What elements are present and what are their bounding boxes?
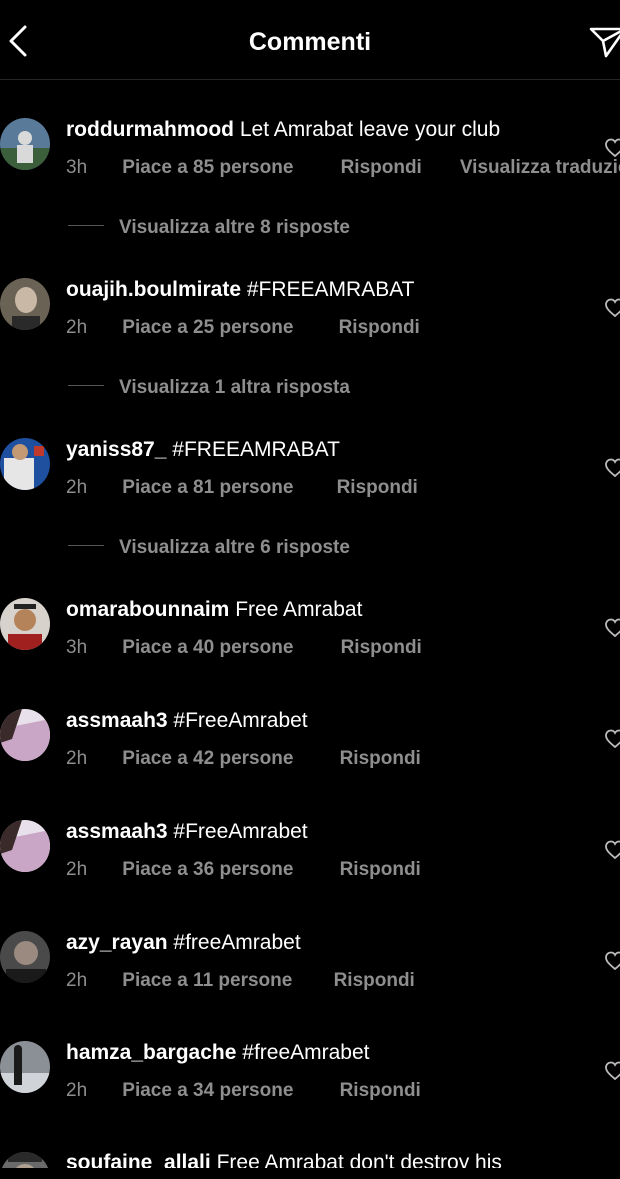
- comment-time: 2h: [66, 970, 88, 991]
- comment-username[interactable]: azy_rayan: [66, 931, 168, 954]
- comment-text: hamza_bargache #freeAmrabet: [66, 1040, 370, 1066]
- comment-meta: 2h Piace a 11 persone Rispondi: [66, 969, 415, 993]
- translate-link[interactable]: Visualizza traduzio: [460, 156, 620, 180]
- comment-username[interactable]: roddurmahmood: [66, 118, 234, 141]
- reply-button[interactable]: Rispondi: [340, 1079, 421, 1103]
- view-replies-link[interactable]: Visualizza 1 altra risposta: [68, 376, 350, 400]
- comment-meta: 2h Piace a 42 persone Rispondi: [66, 747, 421, 771]
- comment-text: assmaah3 #FreeAmrabet: [66, 708, 308, 734]
- avatar[interactable]: [0, 598, 50, 650]
- comment-username[interactable]: yaniss87_: [66, 438, 166, 461]
- comment-time: 2h: [66, 748, 88, 769]
- comment-time: 3h: [66, 157, 88, 178]
- comment-text: roddurmahmood Let Amrabat leave your clu…: [66, 117, 500, 143]
- heart-icon[interactable]: [604, 138, 620, 158]
- comment-text: omarabounnaim Free Amrabat: [66, 597, 362, 623]
- heart-icon[interactable]: [604, 618, 620, 638]
- comment-meta: 3h Piace a 40 persone Rispondi: [66, 636, 422, 660]
- heart-icon[interactable]: [604, 840, 620, 860]
- comment-meta: 2h Piace a 36 persone Rispondi: [66, 858, 421, 882]
- comment-time: 3h: [66, 637, 88, 658]
- likes-count-link[interactable]: Piace a 25 persone: [122, 316, 333, 340]
- likes-count-link[interactable]: Piace a 85 persone: [122, 156, 335, 180]
- avatar[interactable]: [0, 931, 50, 983]
- heart-icon[interactable]: [604, 298, 620, 318]
- paper-plane-icon[interactable]: [588, 24, 620, 60]
- comment-username[interactable]: assmaah3: [66, 709, 168, 732]
- comment-time: 2h: [66, 317, 88, 338]
- comment-body: #FREEAMRABAT: [246, 278, 415, 301]
- comment-username[interactable]: omarabounnaim: [66, 598, 229, 621]
- reply-button[interactable]: Rispondi: [334, 969, 415, 993]
- view-replies-label: Visualizza altre 8 risposte: [119, 217, 350, 238]
- reply-button[interactable]: Rispondi: [340, 858, 421, 882]
- reply-button[interactable]: Rispondi: [341, 636, 422, 660]
- comment-text: ouajih.boulmirate #FREEAMRABAT: [66, 277, 415, 303]
- reply-button[interactable]: Rispondi: [341, 156, 455, 180]
- comment-text: yaniss87_ #FREEAMRABAT: [66, 437, 340, 463]
- comment-body: #FreeAmrabet: [173, 709, 308, 732]
- avatar[interactable]: [0, 438, 50, 490]
- comment-time: 2h: [66, 477, 88, 498]
- comment-body: #freeAmrabet: [242, 1041, 370, 1064]
- comment-time: 2h: [66, 1080, 88, 1101]
- heart-icon[interactable]: [604, 729, 620, 749]
- avatar[interactable]: [0, 118, 50, 170]
- comment-meta: 3h Piace a 85 persone Rispondi Visualizz…: [66, 156, 620, 180]
- likes-count-link[interactable]: Piace a 42 persone: [122, 747, 334, 771]
- replies-divider: [68, 225, 104, 227]
- avatar[interactable]: [0, 820, 50, 872]
- heart-icon[interactable]: [604, 951, 620, 971]
- comment-time: 2h: [66, 859, 88, 880]
- replies-divider: [68, 545, 104, 547]
- header-bar: Commenti: [0, 0, 620, 80]
- view-replies-label: Visualizza altre 6 risposte: [119, 537, 350, 558]
- comment-username[interactable]: assmaah3: [66, 820, 168, 843]
- comment-username[interactable]: hamza_bargache: [66, 1041, 236, 1064]
- comment-body: #FreeAmrabet: [173, 820, 308, 843]
- likes-count-link[interactable]: Piace a 81 persone: [122, 476, 331, 500]
- comment-meta: 2h Piace a 34 persone Rispondi: [66, 1079, 421, 1103]
- comment-meta: 2h Piace a 25 persone Rispondi: [66, 316, 420, 340]
- comment-meta: 2h Piace a 81 persone Rispondi: [66, 476, 418, 500]
- page-title: Commenti: [248, 28, 372, 56]
- bottom-mask: [0, 1168, 620, 1179]
- avatar[interactable]: [0, 709, 50, 761]
- comment-body: Free Amrabat: [235, 598, 363, 621]
- comment-body: #FREEAMRABAT: [172, 438, 340, 461]
- view-replies-link[interactable]: Visualizza altre 6 risposte: [68, 536, 350, 560]
- likes-count-link[interactable]: Piace a 40 persone: [122, 636, 335, 660]
- heart-icon[interactable]: [604, 458, 620, 478]
- comment-body: Let Amrabat leave your club: [239, 118, 501, 141]
- likes-count-link[interactable]: Piace a 34 persone: [122, 1079, 334, 1103]
- avatar[interactable]: [0, 1041, 50, 1093]
- heart-icon[interactable]: [604, 1061, 620, 1081]
- replies-divider: [68, 385, 104, 387]
- likes-count-link[interactable]: Piace a 36 persone: [122, 858, 334, 882]
- view-replies-link[interactable]: Visualizza altre 8 risposte: [68, 216, 350, 240]
- comment-text: azy_rayan #freeAmrabet: [66, 930, 301, 956]
- view-replies-label: Visualizza 1 altra risposta: [119, 377, 350, 398]
- reply-button[interactable]: Rispondi: [337, 476, 418, 500]
- likes-count-link[interactable]: Piace a 11 persone: [122, 969, 328, 993]
- comment-username[interactable]: ouajih.boulmirate: [66, 278, 241, 301]
- reply-button[interactable]: Rispondi: [339, 316, 420, 340]
- comment-body: #freeAmrabet: [173, 931, 301, 954]
- reply-button[interactable]: Rispondi: [340, 747, 421, 771]
- avatar[interactable]: [0, 278, 50, 330]
- comment-text: assmaah3 #FreeAmrabet: [66, 819, 308, 845]
